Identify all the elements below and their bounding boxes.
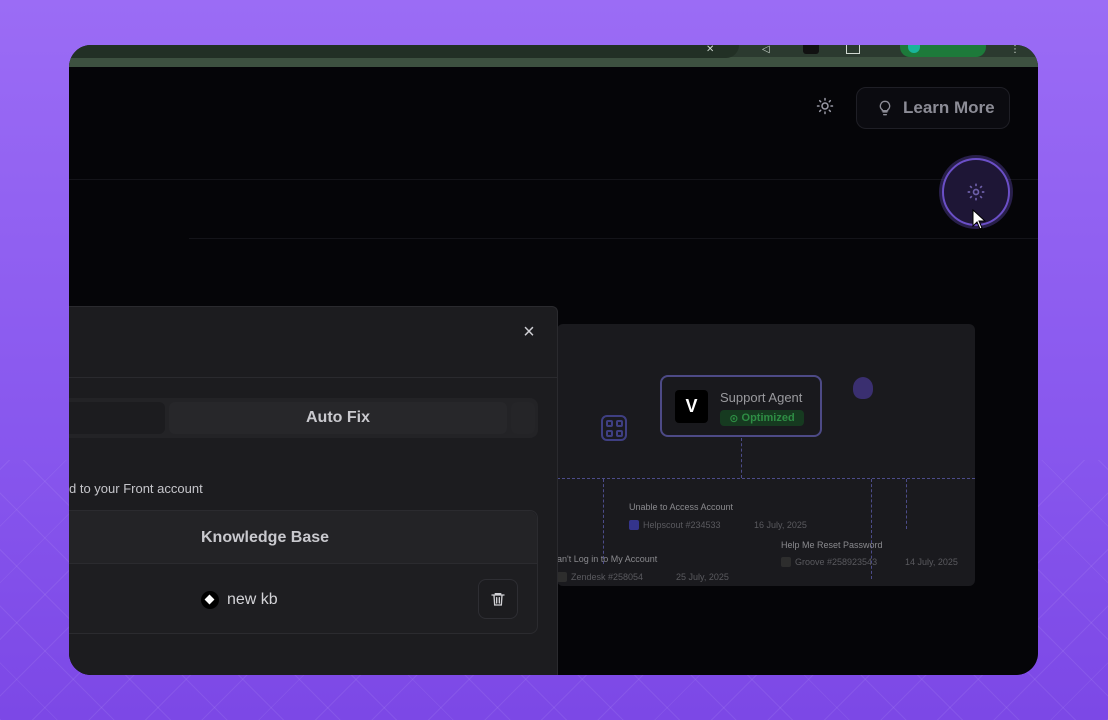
- ticket-title: an't Log in to My Account: [557, 554, 658, 564]
- tab-auto-fix[interactable]: Auto Fix: [169, 402, 507, 434]
- apps-grid-icon: [601, 415, 627, 441]
- window-icon[interactable]: [846, 45, 860, 54]
- support-agent-node: V Support Agent ⊙ Optimized: [660, 375, 822, 437]
- app-window: ✕ ◁ ⋮ Learn More V Support Agent ⊙ Optim…: [69, 45, 1038, 675]
- ticket-source: Zendesk #258054: [557, 572, 643, 582]
- status-badge-label: Optimized: [741, 412, 795, 424]
- divider: [69, 377, 557, 378]
- address-bar[interactable]: [69, 45, 739, 58]
- tab-inactive[interactable]: [69, 402, 165, 434]
- sun-icon: [816, 97, 834, 115]
- share-icon[interactable]: ◁: [762, 45, 770, 55]
- theme-toggle-button[interactable]: [810, 91, 840, 121]
- column-header-knowledge-base: Knowledge Base: [201, 529, 330, 546]
- mouse-cursor-icon: [972, 209, 986, 230]
- agent-logo-icon: V: [675, 390, 708, 423]
- flame-icon: [853, 377, 873, 399]
- ticket-title: Unable to Access Account: [629, 502, 734, 512]
- connector-line: [603, 479, 604, 564]
- learn-more-label: Learn More: [903, 98, 995, 117]
- zendesk-icon: [557, 572, 567, 582]
- divider: [69, 179, 1038, 180]
- agent-title: Support Agent: [720, 390, 803, 405]
- panel-description: d to your Front account: [69, 481, 203, 496]
- gear-icon: [967, 183, 985, 201]
- browser-toolbar: ✕ ◁ ⋮: [69, 45, 1038, 67]
- workflow-preview: V Support Agent ⊙ Optimized Unable to Ac…: [557, 324, 975, 586]
- divider: [189, 238, 1038, 239]
- app-content: Learn More V Support Agent ⊙ Optimized U…: [69, 67, 1038, 675]
- groove-icon: [781, 557, 791, 567]
- connector-line: [557, 478, 975, 479]
- table-header: Knowledge Base: [69, 511, 537, 564]
- check-circle-icon: ⊙: [729, 412, 739, 425]
- helpscout-icon: [629, 520, 639, 530]
- profile-button[interactable]: [900, 45, 986, 57]
- ticket-source: Groove #258923543: [781, 557, 877, 567]
- close-icon[interactable]: ×: [521, 322, 537, 342]
- ticket-title: Help Me Reset Password: [781, 540, 883, 550]
- ticket-date: 16 July, 2025: [754, 520, 807, 530]
- tab-bar: Auto Fix: [69, 398, 538, 438]
- ticket-date: 25 July, 2025: [676, 572, 729, 582]
- lightbulb-icon: [879, 100, 891, 116]
- kb-name-label: new kb: [227, 591, 278, 608]
- delete-button[interactable]: [478, 579, 518, 619]
- trash-icon: [491, 593, 505, 606]
- ticket-source: Helpscout #234533: [629, 520, 721, 530]
- avatar: [908, 45, 920, 53]
- connector-line: [906, 479, 907, 529]
- extension-icon[interactable]: [803, 45, 819, 54]
- kb-diamond-icon: [201, 591, 219, 609]
- table-row: new kb: [69, 565, 537, 635]
- close-tab-icon[interactable]: ✕: [706, 45, 714, 55]
- kb-name: new kb: [201, 591, 278, 609]
- learn-more-button[interactable]: Learn More: [856, 87, 1010, 129]
- connector-line: [741, 438, 742, 478]
- more-menu-icon[interactable]: ⋮: [1010, 45, 1020, 55]
- status-badge: ⊙ Optimized: [720, 410, 804, 426]
- ticket-date: 14 July, 2025: [905, 557, 958, 567]
- knowledge-base-table: Knowledge Base new kb: [69, 510, 538, 634]
- browser-toolbar-strip: [69, 57, 1038, 67]
- integration-modal: × Auto Fix d to your Front account Knowl…: [69, 306, 558, 675]
- tab-extra[interactable]: [511, 402, 535, 434]
